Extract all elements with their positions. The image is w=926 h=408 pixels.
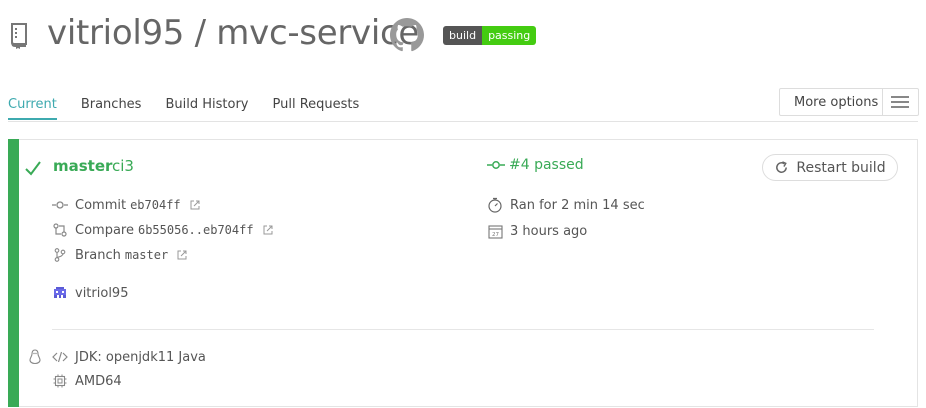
commit-row[interactable]: Commit eb704ff bbox=[52, 197, 200, 213]
code-icon bbox=[52, 349, 68, 365]
author-name: vitriol95 bbox=[75, 285, 129, 301]
arch-row: AMD64 bbox=[52, 373, 122, 389]
duration-row: Ran for 2 min 14 sec bbox=[487, 197, 645, 213]
restart-build-button[interactable]: Restart build bbox=[762, 154, 898, 181]
duration-text: Ran for 2 min 14 sec bbox=[510, 197, 645, 213]
compare-row[interactable]: Compare 6b55056..eb704ff bbox=[52, 222, 273, 238]
finished-time: 3 hours ago bbox=[510, 223, 588, 239]
tab-pull-requests[interactable]: Pull Requests bbox=[272, 96, 359, 120]
cpu-icon bbox=[52, 373, 68, 389]
build-status-badge[interactable]: build passing bbox=[443, 26, 537, 45]
calendar-icon: 27 bbox=[487, 223, 503, 239]
badge-label: build bbox=[443, 26, 483, 45]
commit-message: ci3 bbox=[112, 157, 134, 175]
jdk-text: JDK: openjdk11 Java bbox=[75, 349, 206, 365]
finished-row: 27 3 hours ago bbox=[487, 223, 587, 239]
hamburger-icon[interactable] bbox=[881, 89, 918, 115]
compare-range[interactable]: 6b55056..eb704ff bbox=[138, 223, 254, 237]
tab-branches[interactable]: Branches bbox=[81, 96, 142, 120]
jdk-row: JDK: openjdk11 Java bbox=[52, 349, 206, 365]
more-options-menu[interactable]: More options bbox=[779, 88, 919, 116]
tab-current[interactable]: Current bbox=[8, 96, 57, 120]
branch-label: Branch bbox=[75, 247, 121, 263]
svg-text:27: 27 bbox=[492, 232, 499, 238]
repo-icon bbox=[11, 23, 27, 49]
tab-bar: Current Branches Build History Pull Requ… bbox=[8, 96, 383, 122]
arch-text: AMD64 bbox=[75, 373, 122, 389]
build-status-bar bbox=[8, 139, 19, 407]
external-link-icon[interactable] bbox=[177, 250, 187, 260]
branch-row[interactable]: Branch master bbox=[52, 247, 187, 263]
more-options-button[interactable]: More options bbox=[780, 95, 882, 110]
compare-label: Compare bbox=[75, 222, 134, 238]
stopwatch-icon bbox=[487, 197, 503, 213]
commit-label: Commit bbox=[75, 197, 127, 213]
author-row: vitriol95 bbox=[52, 285, 128, 301]
build-status-text: #4 passed bbox=[509, 157, 584, 173]
external-link-icon[interactable] bbox=[263, 225, 273, 235]
linux-icon bbox=[29, 349, 41, 365]
branch-name[interactable]: master bbox=[53, 157, 112, 175]
branch-value[interactable]: master bbox=[125, 248, 168, 262]
external-link-icon[interactable] bbox=[190, 200, 200, 210]
restart-build-label: Restart build bbox=[796, 159, 886, 176]
avatar bbox=[52, 285, 68, 301]
commit-icon bbox=[52, 197, 68, 213]
build-number-status[interactable]: #4 passed bbox=[487, 157, 584, 173]
branch-icon bbox=[52, 247, 68, 263]
github-icon[interactable] bbox=[390, 18, 424, 52]
compare-icon bbox=[52, 222, 68, 238]
commit-sha[interactable]: eb704ff bbox=[130, 198, 181, 212]
commit-icon bbox=[487, 161, 505, 169]
page-title: vitriol95 / mvc-service bbox=[47, 13, 419, 53]
tab-divider bbox=[8, 121, 918, 122]
badge-value: passing bbox=[482, 26, 537, 45]
restart-icon bbox=[776, 161, 788, 173]
check-icon bbox=[25, 161, 41, 176]
divider bbox=[52, 329, 874, 330]
tab-build-history[interactable]: Build History bbox=[165, 96, 248, 120]
